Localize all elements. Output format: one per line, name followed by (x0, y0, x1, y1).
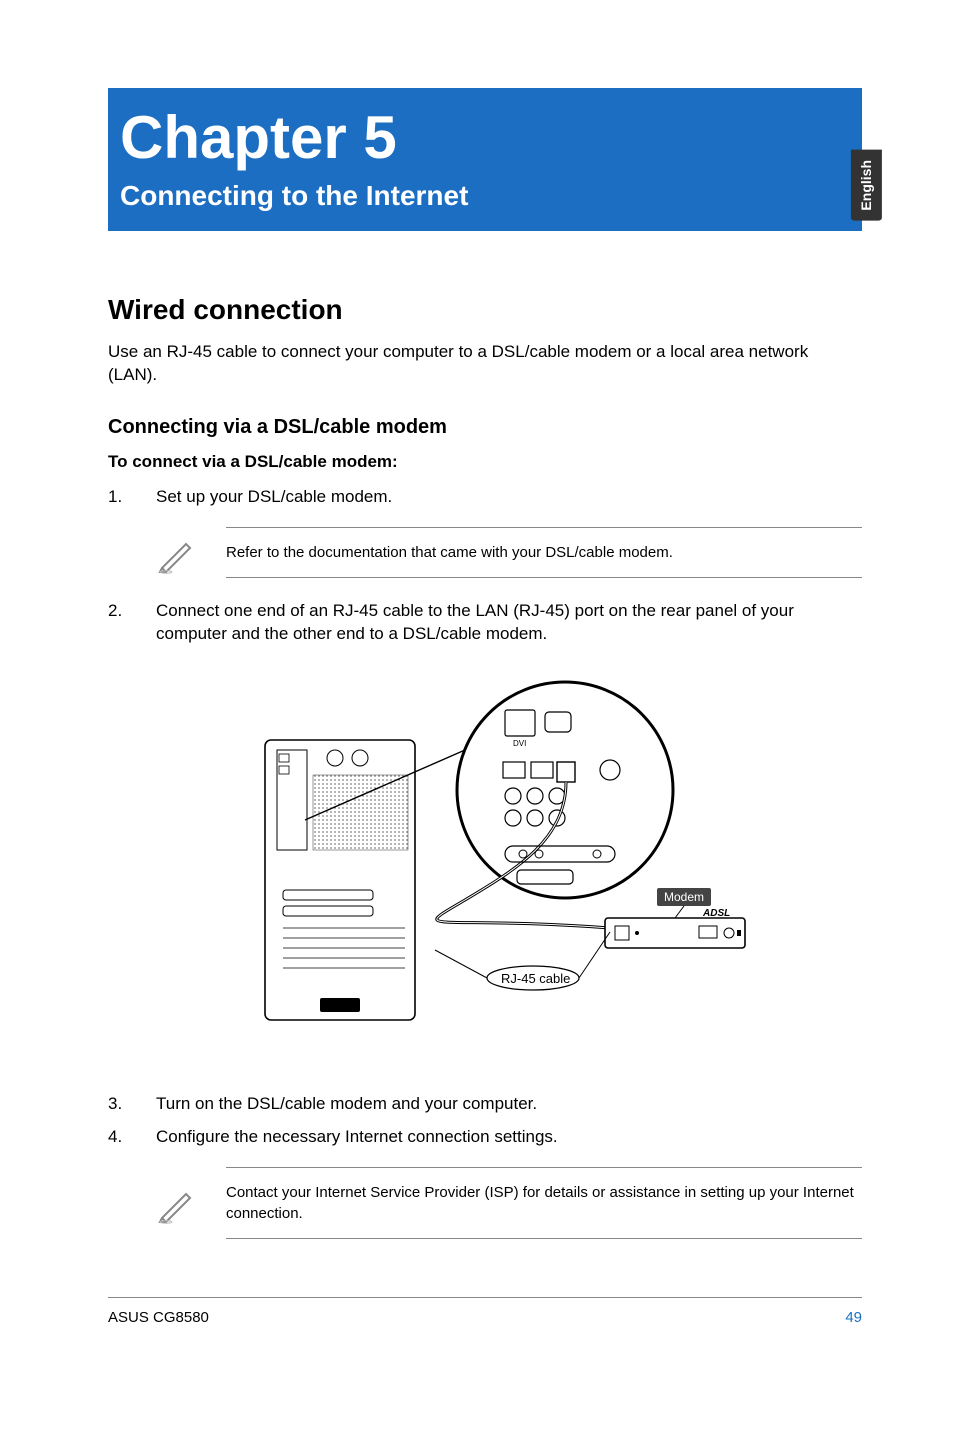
step-2: 2. Connect one end of an RJ-45 cable to … (108, 600, 862, 646)
page-number: 49 (845, 1308, 862, 1328)
step-2-number: 2. (108, 600, 156, 646)
section-heading: Wired connection (108, 291, 862, 329)
note-2: Contact your Internet Service Provider (… (156, 1167, 862, 1239)
connection-diagram: DVI ADSL Modem RJ-45 cable (108, 670, 862, 1057)
section-intro: Use an RJ-45 cable to connect your compu… (108, 341, 862, 387)
step-1-text: Set up your DSL/cable modem. (156, 486, 862, 509)
language-tab: English (851, 150, 882, 221)
modem-badge: ADSL (702, 908, 730, 919)
step-2-text: Connect one end of an RJ-45 cable to the… (156, 600, 862, 646)
step-3-number: 3. (108, 1093, 156, 1116)
modem-label: Modem (664, 890, 704, 904)
step-1-number: 1. (108, 486, 156, 509)
step-4-text: Configure the necessary Internet connect… (156, 1126, 862, 1149)
rj45-cable-label: RJ-45 cable (501, 971, 570, 986)
note-2-text: Contact your Internet Service Provider (… (226, 1167, 862, 1239)
note-1-text: Refer to the documentation that came wit… (226, 527, 862, 578)
chapter-subtitle: Connecting to the Internet (120, 177, 844, 215)
pencil-note-icon (156, 532, 198, 574)
step-4: 4. Configure the necessary Internet conn… (108, 1126, 862, 1149)
subsection-heading: Connecting via a DSL/cable modem (108, 414, 862, 441)
note-1: Refer to the documentation that came wit… (156, 527, 862, 578)
chapter-title: Chapter 5 (120, 106, 844, 169)
page-footer: ASUS CG8580 49 (108, 1297, 862, 1328)
dvi-port-label: DVI (513, 739, 526, 748)
step-3-text: Turn on the DSL/cable modem and your com… (156, 1093, 862, 1116)
step-4-number: 4. (108, 1126, 156, 1149)
chapter-banner: Chapter 5 Connecting to the Internet (108, 88, 862, 231)
subsection-lead: To connect via a DSL/cable modem: (108, 451, 862, 474)
step-1: 1. Set up your DSL/cable modem. (108, 486, 862, 509)
step-3: 3. Turn on the DSL/cable modem and your … (108, 1093, 862, 1116)
footer-product: ASUS CG8580 (108, 1308, 209, 1328)
pencil-note-icon (156, 1182, 198, 1224)
